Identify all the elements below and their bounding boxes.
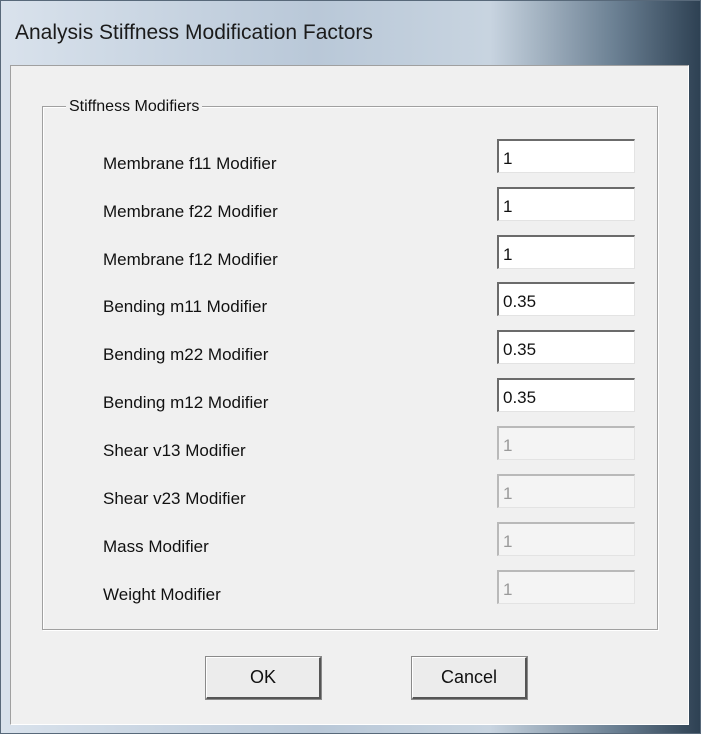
membrane-f12-label: Membrane f12 Modifier bbox=[103, 250, 278, 269]
bending-m11-label: Bending m11 Modifier bbox=[103, 297, 268, 316]
bending-m11-input[interactable] bbox=[497, 282, 635, 316]
membrane-f22-input[interactable] bbox=[497, 187, 635, 221]
membrane-f11-input[interactable] bbox=[497, 139, 635, 173]
groupbox-label: Stiffness Modifiers bbox=[66, 98, 203, 116]
bending-m22-label: Bending m22 Modifier bbox=[103, 345, 269, 364]
membrane-f22-label: Membrane f22 Modifier bbox=[103, 202, 278, 221]
weight-modifier-label: Weight Modifier bbox=[103, 585, 221, 604]
bending-m12-input[interactable] bbox=[497, 378, 635, 412]
membrane-f12-input[interactable] bbox=[497, 235, 635, 269]
cancel-button[interactable]: Cancel bbox=[412, 657, 527, 699]
membrane-f11-label: Membrane f11 Modifier bbox=[103, 154, 277, 173]
dialog-title: Analysis Stiffness Modification Factors bbox=[15, 21, 373, 44]
bending-m22-input[interactable] bbox=[497, 330, 635, 364]
bending-m12-label: Bending m12 Modifier bbox=[103, 393, 269, 412]
shear-v13-input bbox=[497, 426, 635, 460]
title-bar[interactable]: Analysis Stiffness Modification Factors bbox=[1, 1, 700, 65]
mass-modifier-input bbox=[497, 522, 635, 556]
shear-v23-input bbox=[497, 474, 635, 508]
mass-modifier-label: Mass Modifier bbox=[103, 537, 209, 556]
ok-button[interactable]: OK bbox=[206, 657, 321, 699]
shear-v23-label: Shear v23 Modifier bbox=[103, 489, 246, 508]
weight-modifier-input bbox=[497, 570, 635, 604]
shear-v13-label: Shear v13 Modifier bbox=[103, 441, 246, 460]
